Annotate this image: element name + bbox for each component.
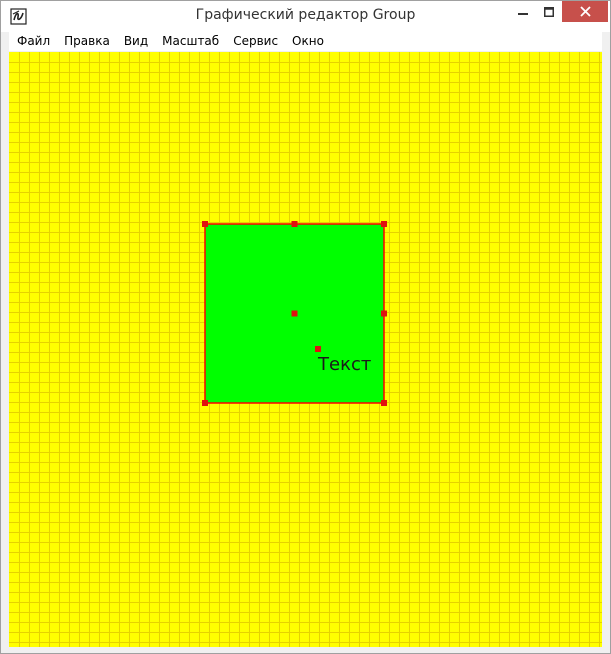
- handle-top-left[interactable]: [202, 221, 208, 227]
- title-bar[interactable]: Графический редактор Group: [1, 1, 610, 32]
- menu-zoom[interactable]: Масштаб: [154, 32, 225, 51]
- app-window: Графический редактор Group Файл Правка В…: [0, 0, 611, 654]
- menu-file[interactable]: Файл: [9, 32, 56, 51]
- minimize-icon: [518, 12, 528, 15]
- text-object[interactable]: Текст: [317, 354, 371, 375]
- handle-bottom-right[interactable]: [381, 400, 387, 406]
- menu-bar: Файл Правка Вид Масштаб Сервис Окно: [9, 32, 602, 51]
- menu-service[interactable]: Сервис: [225, 32, 284, 51]
- handle-center[interactable]: [291, 310, 298, 317]
- close-button[interactable]: [562, 1, 608, 22]
- close-icon: [579, 6, 591, 17]
- handle-top-middle[interactable]: [291, 221, 298, 227]
- handle-middle-right[interactable]: [381, 310, 387, 317]
- maximize-icon: [544, 6, 554, 17]
- drawing-canvas[interactable]: Текст: [9, 52, 602, 647]
- handle-text-anchor[interactable]: [315, 346, 321, 352]
- handle-bottom-left[interactable]: [202, 400, 208, 406]
- handle-top-right[interactable]: [381, 221, 387, 227]
- menu-edit[interactable]: Правка: [56, 32, 116, 51]
- maximize-button[interactable]: [536, 1, 562, 22]
- minimize-button[interactable]: [510, 1, 536, 22]
- canvas-svg[interactable]: Текст: [9, 52, 602, 647]
- menu-window[interactable]: Окно: [284, 32, 330, 51]
- menu-view[interactable]: Вид: [116, 32, 154, 51]
